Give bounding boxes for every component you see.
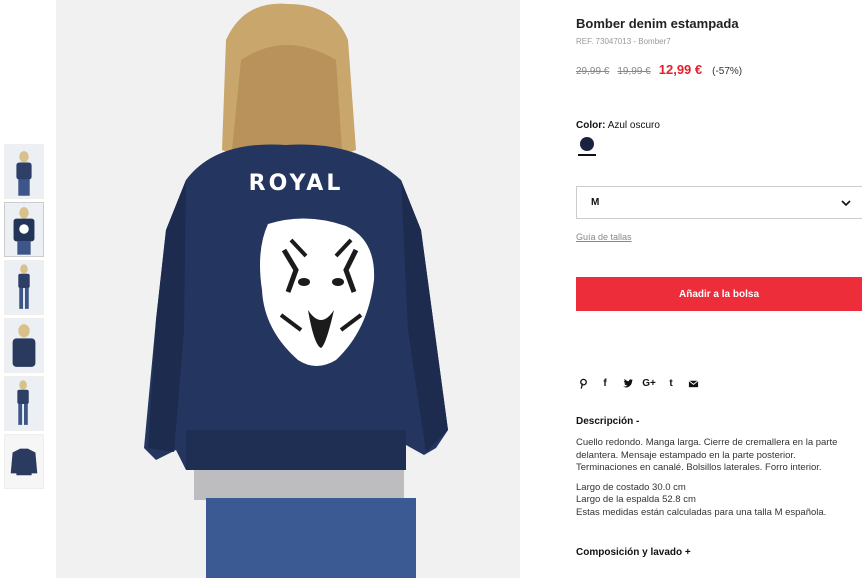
chevron-down-icon: [841, 200, 851, 207]
tumblr-icon[interactable]: t: [664, 376, 678, 390]
email-icon[interactable]: [686, 376, 700, 390]
size-select[interactable]: M: [576, 186, 862, 219]
pinterest-icon[interactable]: [576, 376, 590, 390]
thumbnail-side[interactable]: [4, 318, 44, 373]
twitter-icon[interactable]: [620, 376, 634, 390]
original-price: 29,99 €: [576, 66, 610, 77]
description-line: Cuello redondo. Manga larga. Cierre de c…: [576, 437, 838, 448]
measurements-text: Largo de costado 30.0 cm Largo de la esp…: [576, 482, 862, 520]
thumbnail-walk[interactable]: [4, 376, 44, 431]
thumbnail-front[interactable]: [4, 144, 44, 199]
product-info-panel: Bomber denim estampada REF. 73047013 - B…: [576, 0, 862, 578]
sale-price: 12,99 €: [658, 62, 703, 77]
add-to-bag-button[interactable]: Añadir a la bolsa: [576, 277, 862, 311]
composition-toggle[interactable]: Composición y lavado +: [576, 547, 691, 558]
color-label: Color:: [576, 120, 606, 131]
google-plus-icon[interactable]: G+: [642, 376, 656, 390]
previous-price: 19,99 €: [617, 66, 651, 77]
color-label-row: Color: Azul oscuro: [576, 120, 660, 131]
share-icons: f G+ t: [576, 376, 708, 390]
description-line: delantera. Mensaje estampado en la parte…: [576, 449, 796, 461]
description-text: Cuello redondo. Manga larga. Cierre de c…: [576, 437, 862, 475]
swatch-selected-indicator: [578, 154, 596, 156]
royal-print-text: ROYAL: [249, 171, 344, 196]
size-guide-link[interactable]: Guía de tallas: [576, 232, 632, 242]
measurement-line: Largo de costado 30.0 cm: [576, 481, 686, 493]
product-title: Bomber denim estampada: [576, 16, 739, 31]
price-row: 29,99 € 19,99 € 12,99 € (-57%): [576, 62, 742, 77]
measurement-line: Largo de la espalda 52.8 cm: [576, 494, 696, 505]
thumbnail-back[interactable]: [4, 202, 44, 257]
discount-badge: (-57%): [712, 66, 743, 77]
description-line: Terminaciones en canalé. Bolsillos later…: [576, 462, 822, 473]
product-ref: REF. 73047013 - Bomber7: [576, 37, 671, 46]
thumbnail-flat[interactable]: [4, 434, 44, 489]
color-value: Azul oscuro: [607, 120, 660, 131]
thumbnail-full[interactable]: [4, 260, 44, 315]
size-selected-value: M: [591, 197, 600, 208]
thumbnail-list: [4, 144, 44, 492]
color-swatch-dark-blue[interactable]: [580, 137, 594, 151]
description-toggle[interactable]: Descripción -: [576, 416, 639, 427]
facebook-icon[interactable]: f: [598, 376, 612, 390]
product-main-image[interactable]: ROYAL: [56, 0, 520, 578]
measurement-line: Estas medidas están calculadas para una …: [576, 506, 827, 518]
description-body: Cuello redondo. Manga larga. Cierre de c…: [576, 437, 862, 526]
